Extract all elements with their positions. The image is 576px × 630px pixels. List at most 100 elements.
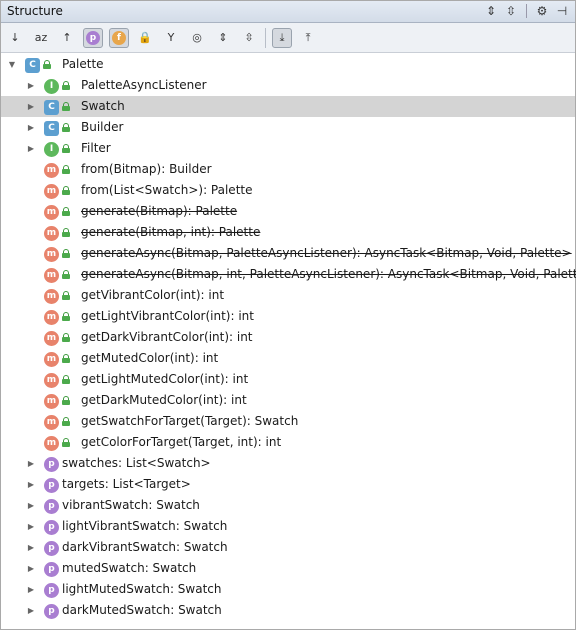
tree-node[interactable]: m getDarkMutedColor(int): int bbox=[1, 390, 575, 411]
tree-node[interactable]: m getColorForTarget(Target, int): int bbox=[1, 432, 575, 453]
autoscroll-from-source-icon[interactable]: ⤒ bbox=[298, 28, 318, 48]
tree-node-label: lightVibrantSwatch: Swatch bbox=[62, 519, 228, 533]
tree-node[interactable]: ▶ C Builder bbox=[1, 117, 575, 138]
tree-node[interactable]: m generateAsync(Bitmap, int, PaletteAsync… bbox=[1, 264, 576, 285]
tree-node[interactable]: ▶ p darkVibrantSwatch: Swatch bbox=[1, 537, 575, 558]
tree-node-label: darkVibrantSwatch: Swatch bbox=[62, 540, 228, 554]
show-anonymous-icon[interactable]: ◎ bbox=[187, 28, 207, 48]
tree-node[interactable]: ▶ C Swatch bbox=[1, 96, 575, 117]
tree-node-label: getVibrantColor(int): int bbox=[81, 288, 225, 302]
tree-node[interactable]: m getMutedColor(int): int bbox=[1, 348, 575, 369]
expand-arrow-icon[interactable]: ▶ bbox=[26, 516, 36, 537]
tree-node-label: generate(Bitmap, int): Palette bbox=[81, 225, 261, 239]
class-icon: C bbox=[25, 58, 40, 73]
divider bbox=[526, 4, 527, 18]
tree-node[interactable]: ▶ p targets: List<Target> bbox=[1, 474, 575, 495]
public-lock-icon bbox=[62, 291, 70, 300]
show-properties-badge: p bbox=[86, 30, 100, 45]
interface-icon: I bbox=[44, 142, 59, 157]
collapse-all-icon[interactable]: ⇳ bbox=[239, 28, 259, 48]
tree-node[interactable]: m from(List<Swatch>): Palette bbox=[1, 180, 575, 201]
tree-node-label: darkMutedSwatch: Swatch bbox=[62, 603, 222, 617]
expand-all-icon[interactable]: ⇕ bbox=[484, 3, 498, 19]
method-icon: m bbox=[44, 289, 59, 304]
method-icon: m bbox=[44, 163, 59, 178]
expand-arrow-icon[interactable]: ▶ bbox=[26, 600, 36, 621]
tree-node[interactable]: ▶ p lightMutedSwatch: Swatch bbox=[1, 579, 575, 600]
tree-node[interactable]: ▼ C Palette bbox=[1, 54, 575, 75]
panel-title-bar: Structure ⇕ ⇳ ⚙ ⊣ bbox=[1, 1, 575, 23]
method-icon: m bbox=[44, 247, 59, 262]
tree-node[interactable]: m getSwatchForTarget(Target): Swatch bbox=[1, 411, 575, 432]
sort-alphabetically-icon[interactable]: az bbox=[31, 28, 51, 48]
autoscroll-to-source-icon[interactable]: ⤓ bbox=[272, 27, 292, 48]
expand-arrow-icon[interactable]: ▶ bbox=[26, 537, 36, 558]
hide-icon[interactable]: ⊣ bbox=[555, 3, 569, 19]
tree-node[interactable]: ▶ p darkMutedSwatch: Swatch bbox=[1, 600, 575, 621]
tree-node[interactable]: m getLightVibrantColor(int): int bbox=[1, 306, 575, 327]
tree-node-label: swatches: List<Swatch> bbox=[62, 456, 211, 470]
public-lock-icon bbox=[43, 60, 51, 69]
tree-node[interactable]: m getDarkVibrantColor(int): int bbox=[1, 327, 575, 348]
tree-node[interactable]: ▶ p lightVibrantSwatch: Swatch bbox=[1, 516, 575, 537]
expand-arrow-icon[interactable]: ▶ bbox=[26, 495, 36, 516]
method-icon: m bbox=[44, 331, 59, 346]
sort-by-visibility-icon[interactable]: ↓ bbox=[5, 28, 25, 48]
tree-node-label: Palette bbox=[62, 57, 104, 71]
expand-arrow-icon[interactable]: ▶ bbox=[26, 96, 36, 117]
tree-node-label: mutedSwatch: Swatch bbox=[62, 561, 197, 575]
method-icon: m bbox=[44, 310, 59, 325]
expand-arrow-icon[interactable]: ▶ bbox=[26, 75, 36, 96]
show-non-public-icon[interactable]: 🔒 bbox=[135, 28, 155, 48]
show-inherited-icon[interactable]: ↑ bbox=[57, 28, 77, 48]
tree-node[interactable]: m getLightMutedColor(int): int bbox=[1, 369, 575, 390]
property-icon: p bbox=[44, 604, 59, 619]
property-icon: p bbox=[44, 562, 59, 577]
tree-node[interactable]: m generate(Bitmap): Palette bbox=[1, 201, 575, 222]
public-lock-icon bbox=[62, 270, 70, 279]
tree-node-label: from(Bitmap): Builder bbox=[81, 162, 212, 176]
expand-arrow-icon[interactable]: ▶ bbox=[26, 558, 36, 579]
title-bar-actions: ⇕ ⇳ ⚙ ⊣ bbox=[484, 3, 569, 19]
tree-node[interactable]: ▶ p swatches: List<Swatch> bbox=[1, 453, 575, 474]
tree-node-label: getDarkMutedColor(int): int bbox=[81, 393, 247, 407]
tree-node-label: targets: List<Target> bbox=[62, 477, 191, 491]
show-fields-icon[interactable]: f bbox=[109, 27, 129, 48]
interface-icon: I bbox=[44, 79, 59, 94]
expand-arrow-icon[interactable]: ▶ bbox=[26, 117, 36, 138]
property-icon: p bbox=[44, 457, 59, 472]
public-lock-icon bbox=[62, 354, 70, 363]
expand-all-icon[interactable]: ⇕ bbox=[213, 28, 233, 48]
tree-node[interactable]: ▶ p mutedSwatch: Swatch bbox=[1, 558, 575, 579]
tree-node-label: generateAsync(Bitmap, int, PaletteAsyncL… bbox=[81, 267, 576, 281]
tree-node[interactable]: m generate(Bitmap, int): Palette bbox=[1, 222, 575, 243]
expand-arrow-icon[interactable]: ▶ bbox=[26, 453, 36, 474]
property-icon: p bbox=[44, 478, 59, 493]
tree-node[interactable]: ▶ p vibrantSwatch: Swatch bbox=[1, 495, 575, 516]
property-icon: p bbox=[44, 499, 59, 514]
tree-node[interactable]: ▶ I PaletteAsyncListener bbox=[1, 75, 575, 96]
expand-arrow-icon[interactable]: ▶ bbox=[26, 138, 36, 159]
property-icon: p bbox=[44, 583, 59, 598]
collapse-arrow-icon[interactable]: ▼ bbox=[7, 54, 17, 75]
show-fields-badge: f bbox=[112, 30, 126, 45]
method-icon: m bbox=[44, 226, 59, 241]
expand-arrow-icon[interactable]: ▶ bbox=[26, 474, 36, 495]
public-lock-icon bbox=[62, 438, 70, 447]
gear-icon[interactable]: ⚙ bbox=[535, 3, 549, 19]
public-lock-icon bbox=[62, 102, 70, 111]
tree-node-label: getLightMutedColor(int): int bbox=[81, 372, 249, 386]
tree-node[interactable]: ▶ I Filter bbox=[1, 138, 575, 159]
tree-node[interactable]: m getVibrantColor(int): int bbox=[1, 285, 575, 306]
tree-node[interactable]: m from(Bitmap): Builder bbox=[1, 159, 575, 180]
group-by-type-icon[interactable]: Y bbox=[161, 28, 181, 48]
public-lock-icon bbox=[62, 186, 70, 195]
method-icon: m bbox=[44, 352, 59, 367]
tree-node-label: generate(Bitmap): Palette bbox=[81, 204, 238, 218]
expand-arrow-icon[interactable]: ▶ bbox=[26, 579, 36, 600]
collapse-all-icon[interactable]: ⇳ bbox=[504, 3, 518, 19]
tree-node[interactable]: m generateAsync(Bitmap, PaletteAsyncListe… bbox=[1, 243, 575, 264]
class-icon: C bbox=[44, 121, 59, 136]
show-properties-icon[interactable]: p bbox=[83, 27, 103, 48]
tree-node-label: getLightVibrantColor(int): int bbox=[81, 309, 254, 323]
